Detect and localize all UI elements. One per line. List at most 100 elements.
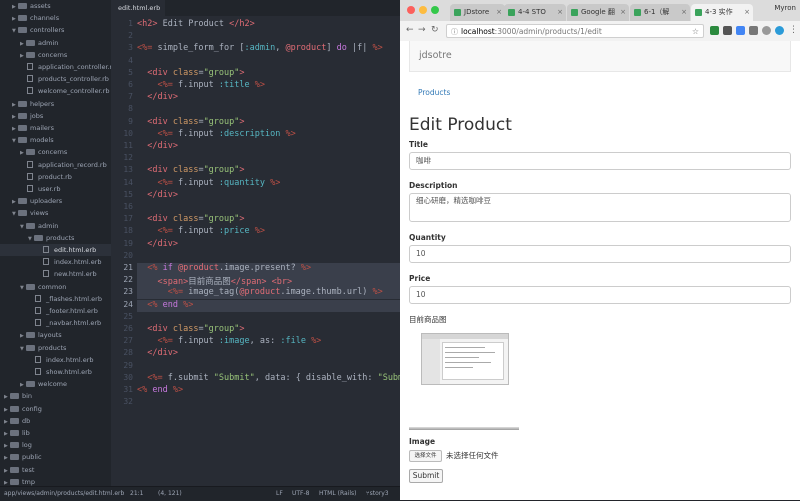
code-line[interactable]: <%= f.submit "Submit", data: { disable_w…: [137, 373, 400, 383]
tree-item[interactable]: ▶ jobs: [0, 110, 43, 122]
browser-tab[interactable]: Google 翻 ×: [567, 4, 629, 21]
extension-icon[interactable]: [749, 26, 758, 35]
tree-item[interactable]: edit.html.erb: [0, 244, 111, 256]
tree-item[interactable]: welcome_controller.rb: [0, 85, 110, 97]
code-line[interactable]: </div>: [137, 348, 178, 358]
tree-item[interactable]: index.html.erb: [0, 256, 102, 268]
tree-item[interactable]: ▼ products: [0, 342, 66, 354]
code-line[interactable]: <span>目前商品图</span> <br>: [137, 275, 292, 287]
tree-item[interactable]: ▼ products: [0, 232, 74, 244]
field-input[interactable]: 10: [409, 286, 791, 304]
tree-item[interactable]: ▶ channels: [0, 12, 59, 24]
close-tab-icon[interactable]: ×: [620, 4, 626, 21]
code-line[interactable]: <div class="group">: [137, 324, 244, 334]
code-line[interactable]: <% end %>: [137, 300, 193, 310]
extension-icon[interactable]: [723, 26, 732, 35]
code-line[interactable]: <%= f.input :image, as: :file %>: [137, 336, 321, 346]
close-tab-icon[interactable]: ×: [557, 4, 563, 21]
field-input[interactable]: 10: [409, 245, 791, 263]
status-cursor[interactable]: 21:1: [130, 487, 143, 501]
code-line[interactable]: </div>: [137, 190, 178, 200]
tree-item[interactable]: ▶ uploaders: [0, 195, 62, 207]
code-line[interactable]: </div>: [137, 141, 178, 151]
tree-item[interactable]: _flashes.html.erb: [0, 293, 102, 305]
code-area[interactable]: 1 <h2> Edit Product </h2> 2 3 <%= simple_for…: [111, 16, 400, 486]
tree-item[interactable]: ▼ admin: [0, 220, 58, 232]
tree-item[interactable]: ▶ assets: [0, 0, 51, 12]
code-line[interactable]: </div>: [137, 239, 178, 249]
browser-tab[interactable]: 4-4 STO ×: [504, 4, 566, 21]
close-window-icon[interactable]: [407, 6, 415, 14]
code-line[interactable]: </div>: [137, 92, 178, 102]
maximize-window-icon[interactable]: [431, 6, 439, 14]
page-info-icon[interactable]: ⓘ: [451, 25, 458, 39]
tree-item[interactable]: application_controller.rb: [0, 61, 111, 73]
code-line[interactable]: <div class="group">: [137, 117, 244, 127]
tree-item[interactable]: ▼ views: [0, 207, 48, 219]
bookmark-star-icon[interactable]: ☆: [692, 25, 699, 39]
extension-icon[interactable]: [775, 26, 784, 35]
tree-item[interactable]: _navbar.html.erb: [0, 317, 101, 329]
tree-item[interactable]: ▼ common: [0, 281, 66, 293]
browser-tab[interactable]: 4-3 实作 ×: [691, 4, 753, 21]
tree-item[interactable]: ▶ config: [0, 403, 42, 415]
code-line[interactable]: <%= f.input :description %>: [137, 129, 295, 139]
tree-item[interactable]: index.html.erb: [0, 354, 94, 366]
status-file-path[interactable]: app/views/admin/products/edit.html.erb: [4, 487, 124, 501]
status-line-ending[interactable]: LF: [276, 487, 283, 501]
tree-item[interactable]: ▶ helpers: [0, 98, 54, 110]
code-line[interactable]: <div class="group">: [137, 214, 244, 224]
tree-item[interactable]: new.html.erb: [0, 268, 97, 280]
tree-item[interactable]: ▼ controllers: [0, 24, 64, 36]
code-line[interactable]: <div class="group">: [137, 165, 244, 175]
file-tree[interactable]: ▶ assets ▶ channels ▼ controllers ▶ admin ▶ conce…: [0, 0, 111, 486]
submit-button[interactable]: Submit: [409, 469, 443, 483]
tree-item[interactable]: ▶ tmp: [0, 476, 35, 486]
code-line[interactable]: <%= simple_form_for [:admin, @product] d…: [137, 43, 383, 53]
tree-item[interactable]: user.rb: [0, 183, 60, 195]
tree-item[interactable]: ▶ public: [0, 451, 42, 463]
browser-tab[interactable]: JDstore ×: [450, 4, 505, 21]
forward-icon[interactable]: →: [418, 25, 426, 35]
tree-item[interactable]: product.rb: [0, 171, 72, 183]
extension-icon[interactable]: [736, 26, 745, 35]
tree-item[interactable]: ▶ test: [0, 464, 34, 476]
breadcrumb-products-link[interactable]: Products: [418, 88, 450, 97]
tree-item[interactable]: ▶ lib: [0, 427, 30, 439]
close-tab-icon[interactable]: ×: [681, 4, 687, 21]
minimize-window-icon[interactable]: [419, 6, 427, 14]
tree-item[interactable]: ▼ models: [0, 134, 54, 146]
status-grammar[interactable]: HTML (Rails): [319, 487, 356, 501]
tree-item[interactable]: ▶ mailers: [0, 122, 54, 134]
browser-tab[interactable]: 6-1（解 ×: [630, 4, 690, 21]
tree-item[interactable]: application_record.rb: [0, 159, 107, 171]
status-encoding[interactable]: UTF-8: [292, 487, 310, 501]
choose-file-button[interactable]: 选择文件: [409, 450, 442, 462]
code-line[interactable]: <% end %>: [137, 385, 183, 395]
site-brand[interactable]: jdsotre: [419, 50, 452, 61]
extension-icon[interactable]: [762, 26, 771, 35]
tree-item[interactable]: _footer.html.erb: [0, 305, 98, 317]
tree-item[interactable]: ▶ admin: [0, 37, 58, 49]
tree-item[interactable]: ▶ welcome: [0, 378, 67, 390]
tree-item[interactable]: ▶ concerns: [0, 146, 67, 158]
code-line[interactable]: <div class="group">: [137, 68, 244, 78]
code-line[interactable]: <h2> Edit Product </h2>: [137, 19, 255, 29]
tree-item[interactable]: products_controller.rb: [0, 73, 109, 85]
extension-icon[interactable]: [710, 26, 719, 35]
field-input[interactable]: 细心研磨，精选咖啡豆: [409, 193, 791, 222]
code-line[interactable]: <% if @product.image.present? %>: [137, 263, 311, 273]
tree-item[interactable]: ▶ concerns: [0, 49, 67, 61]
editor-tab-active[interactable]: edit.html.erb: [111, 0, 165, 16]
address-bar[interactable]: ⓘ localhost:3000/admin/products/1/edit ☆: [446, 24, 704, 38]
status-branch[interactable]: ⑂story3: [366, 487, 389, 501]
code-line[interactable]: <%= image_tag(@product.image.thumb.url) …: [137, 287, 383, 297]
tree-item[interactable]: ▶ layouts: [0, 329, 62, 341]
tree-item[interactable]: ▶ db: [0, 415, 30, 427]
code-line[interactable]: <%= f.input :quantity %>: [137, 178, 280, 188]
profile-button[interactable]: Myron: [774, 4, 796, 12]
tree-item[interactable]: ▶ bin: [0, 390, 32, 402]
menu-icon[interactable]: ⋮: [789, 25, 798, 35]
tree-item[interactable]: ▶ log: [0, 439, 32, 451]
back-icon[interactable]: ←: [406, 25, 414, 35]
